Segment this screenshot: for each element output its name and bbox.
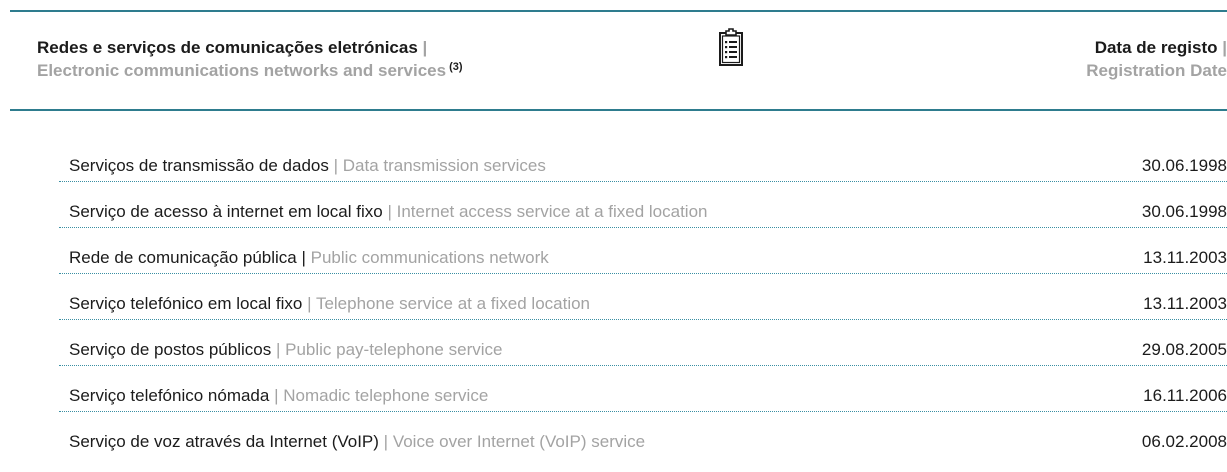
service-separator: | (382, 202, 397, 221)
service-separator: | (302, 294, 316, 313)
registration-date: 06.02.2008 (1141, 432, 1227, 451)
service-name: Serviço telefónico em local fixo | Telep… (69, 294, 590, 314)
table-row: Serviço telefónico nómada | Nomadic tele… (59, 366, 1227, 412)
service-name: Serviço de postos públicos | Public pay-… (69, 340, 502, 360)
service-name-pt: Serviço telefónico em local fixo (69, 294, 303, 313)
date-label-separator: | (1222, 38, 1227, 57)
service-name-pt: Rede de comunicação pública | (69, 248, 306, 267)
service-name-pt: Serviço telefónico nómada (69, 386, 270, 405)
table-row: Serviço de postos públicos | Public pay-… (59, 320, 1227, 366)
service-name-en: Telephone service at a fixed location (315, 294, 591, 313)
date-column-header: Data de registo | Registration Date (1086, 36, 1227, 82)
clipboard-list-icon (715, 26, 747, 70)
registration-date: 30.06.1998 (1141, 156, 1227, 175)
registration-date: 16.11.2006 (1143, 386, 1227, 405)
registration-table: Redes e serviços de comunicações eletrón… (10, 0, 1227, 472)
service-name: Serviço de voz através da Internet (VoIP… (69, 432, 645, 452)
service-name-pt: Serviços de transmissão de dados (69, 156, 329, 175)
footnote-marker: (3) (449, 61, 463, 73)
title-portuguese: Redes e serviços de comunicações eletrón… (37, 38, 418, 57)
table-row: Serviço de acesso à internet em local fi… (59, 182, 1227, 228)
title-english: Electronic communications networks and s… (37, 61, 447, 80)
service-name-en: Data transmission services (342, 156, 546, 175)
service-separator: | (271, 340, 286, 359)
registration-date: 13.11.2003 (1143, 248, 1227, 267)
table-row: Rede de comunicação pública | Public com… (59, 228, 1227, 274)
service-name-pt: Serviço de voz através da Internet (VoIP… (69, 432, 379, 451)
registration-date: 13.11.2003 (1143, 294, 1227, 313)
rows-container: Serviços de transmissão de dados | Data … (59, 136, 1227, 458)
service-name-en: Public pay-telephone service (285, 340, 503, 359)
table-row: Serviços de transmissão de dados | Data … (59, 136, 1227, 182)
date-label-portuguese: Data de registo (1094, 38, 1218, 57)
service-name: Serviço telefónico nómada | Nomadic tele… (69, 386, 488, 406)
top-rule (10, 10, 1227, 12)
service-name-en: Internet access service at a fixed locat… (396, 202, 708, 221)
registration-date: 30.06.1998 (1141, 202, 1227, 221)
service-name-pt: Serviço de postos públicos (69, 340, 272, 359)
service-name-pt: Serviço de acesso à internet em local fi… (69, 202, 383, 221)
service-separator: | (269, 386, 284, 405)
title-separator: | (422, 38, 428, 57)
table-row: Serviço telefónico em local fixo | Telep… (59, 274, 1227, 320)
service-name: Serviços de transmissão de dados | Data … (69, 156, 546, 176)
service-name-en: Voice over Internet (VoIP) service (392, 432, 646, 451)
date-label-english: Registration Date (1086, 61, 1227, 80)
service-separator: | (378, 432, 393, 451)
table-row: Serviço de voz através da Internet (VoIP… (59, 412, 1227, 458)
table-header-title: Redes e serviços de comunicações eletrón… (37, 36, 463, 85)
service-name: Rede de comunicação pública | Public com… (69, 248, 549, 268)
service-name: Serviço de acesso à internet em local fi… (69, 202, 707, 222)
service-name-en: Nomadic telephone service (283, 386, 489, 405)
registration-date: 29.08.2005 (1141, 340, 1227, 359)
header-rule (10, 109, 1227, 111)
service-separator: | (328, 156, 343, 175)
service-name-en: Public communications network (310, 248, 549, 267)
